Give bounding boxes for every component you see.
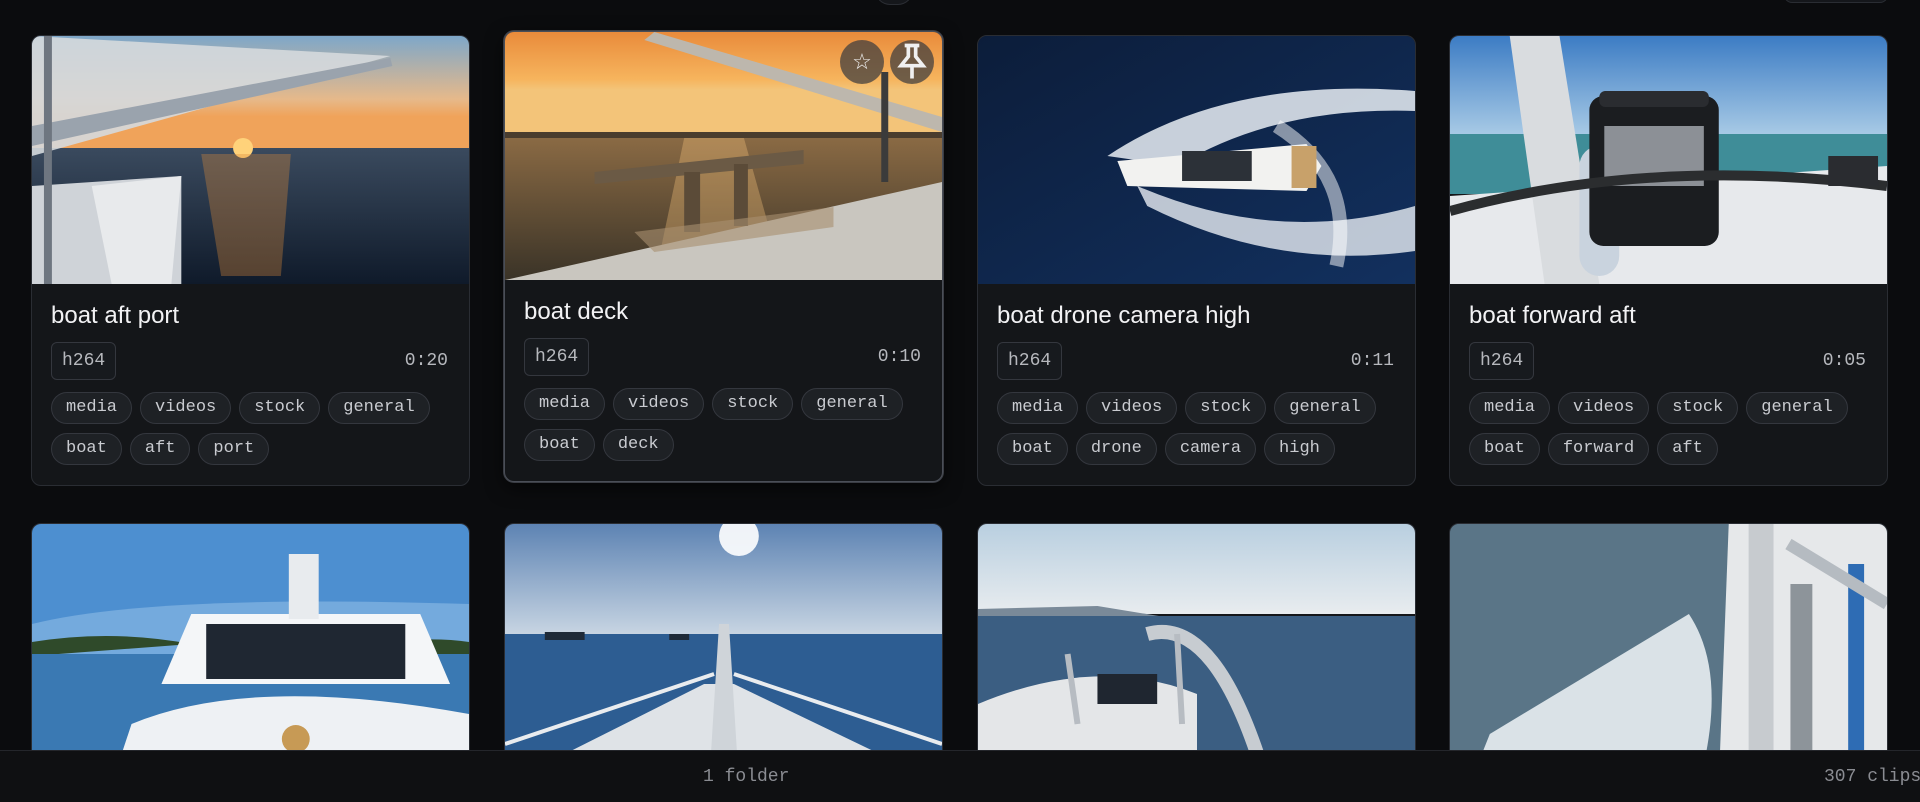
tag-chip[interactable]: forward xyxy=(1547,433,1650,465)
codec-badge: h264 xyxy=(524,338,590,376)
tag-chip[interactable]: aft xyxy=(129,433,191,465)
clip-title: boat deck xyxy=(524,298,629,325)
clip-card[interactable] xyxy=(31,523,470,783)
clip-card[interactable] xyxy=(1449,523,1888,783)
clip-grid: boat aft port h264 0:20 media videos sto… xyxy=(0,0,1920,783)
tag-chip[interactable]: media xyxy=(524,388,606,420)
clip-card[interactable]: boat forward aft h264 0:05 media videos … xyxy=(1449,35,1888,486)
clip-title: boat drone camera high xyxy=(997,302,1251,329)
clip-count: 307 clips xyxy=(1824,767,1920,787)
clip-duration: 0:05 xyxy=(1822,351,1866,371)
clip-title: boat aft port xyxy=(51,302,180,329)
tag-list: media videos stock general boat aft port xyxy=(51,392,450,465)
codec-badge: h264 xyxy=(1469,342,1535,380)
tag-chip[interactable]: boat xyxy=(524,429,595,461)
tag-chip[interactable]: general xyxy=(1274,392,1376,424)
clip-thumbnail[interactable]: ☆ xyxy=(505,32,942,280)
tag-chip[interactable]: media xyxy=(997,392,1079,424)
tag-chip[interactable]: general xyxy=(801,388,903,420)
clip-card[interactable]: boat aft port h264 0:20 media videos sto… xyxy=(31,35,470,486)
clip-duration: 0:10 xyxy=(877,347,921,367)
tag-list: media videos stock general boat forward … xyxy=(1469,392,1868,465)
tag-chip[interactable]: high xyxy=(1264,433,1335,465)
pin-button[interactable] xyxy=(890,40,934,84)
clip-card[interactable] xyxy=(504,523,943,783)
clip-thumbnail[interactable] xyxy=(1450,36,1887,284)
clip-thumbnail[interactable] xyxy=(978,524,1415,782)
tag-chip[interactable]: stock xyxy=(1657,392,1739,424)
clip-thumbnail[interactable] xyxy=(978,36,1415,284)
tag-chip[interactable]: general xyxy=(328,392,430,424)
clip-card[interactable]: ☆ boat deck h264 0:10 media videos stock… xyxy=(504,31,943,482)
tag-chip[interactable]: videos xyxy=(613,388,705,420)
clip-duration: 0:11 xyxy=(1350,351,1394,371)
tag-chip[interactable]: boat xyxy=(51,433,122,465)
tag-chip[interactable]: videos xyxy=(1558,392,1650,424)
clip-thumbnail[interactable] xyxy=(1450,524,1887,782)
tag-chip[interactable]: aft xyxy=(1657,433,1718,465)
pin-icon xyxy=(897,43,927,79)
codec-badge: h264 xyxy=(997,342,1063,380)
tag-chip[interactable]: videos xyxy=(140,392,232,424)
tag-chip[interactable]: videos xyxy=(1086,392,1178,424)
codec-badge: h264 xyxy=(51,342,117,380)
clip-thumbnail[interactable] xyxy=(505,524,942,782)
status-bar: 1 folder 307 clips xyxy=(0,750,1920,802)
clip-title: boat forward aft xyxy=(1469,302,1636,329)
tag-chip[interactable]: media xyxy=(1469,392,1551,424)
tag-chip[interactable]: boat xyxy=(1469,433,1540,465)
tag-chip[interactable]: deck xyxy=(602,429,674,461)
tag-chip[interactable]: boat xyxy=(997,433,1068,465)
tag-chip[interactable]: stock xyxy=(239,392,321,424)
clip-card[interactable] xyxy=(977,523,1416,783)
favorite-button[interactable]: ☆ xyxy=(840,40,884,84)
clip-duration: 0:20 xyxy=(404,351,448,371)
tag-chip[interactable]: stock xyxy=(712,388,794,420)
tag-list: media videos stock general boat deck xyxy=(524,388,923,461)
folder-count: 1 folder xyxy=(703,767,790,787)
star-outline-icon: ☆ xyxy=(852,49,872,74)
clip-thumbnail[interactable] xyxy=(32,36,469,284)
clip-library: boat aft port h264 0:20 media videos sto… xyxy=(0,0,1920,802)
clip-thumbnail[interactable] xyxy=(32,524,469,782)
tag-chip[interactable]: stock xyxy=(1185,392,1267,424)
tag-chip[interactable]: drone xyxy=(1075,433,1157,465)
tag-chip[interactable]: camera xyxy=(1164,433,1257,465)
clip-card[interactable]: boat drone camera high h264 0:11 media v… xyxy=(977,35,1416,486)
tag-chip[interactable]: media xyxy=(51,392,133,424)
tag-chip[interactable]: port xyxy=(198,433,270,465)
tag-chip[interactable]: general xyxy=(1746,392,1848,424)
tag-list: media videos stock general boat drone ca… xyxy=(997,392,1396,465)
card-hover-actions: ☆ xyxy=(840,40,934,84)
